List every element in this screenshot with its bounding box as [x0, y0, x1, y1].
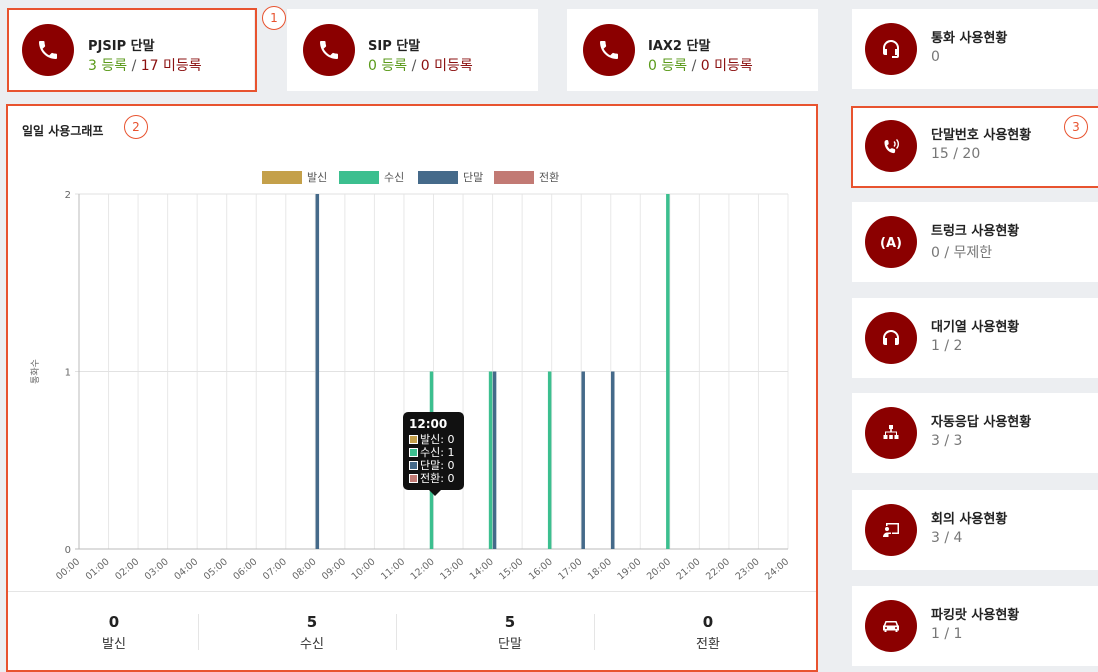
side-card-value: 0 [931, 49, 940, 65]
side-card-value: 0 / 무제한 [931, 245, 993, 261]
terminal-card-iax2[interactable]: IAX2 단말 0 등록 / 0 미등록 [567, 9, 818, 91]
highlight-box-1 [7, 8, 257, 92]
terminal-card-sip[interactable]: SIP 단말 0 등록 / 0 미등록 [287, 9, 538, 91]
side-card-title: 회의 사용현황 [931, 512, 1008, 527]
side-card-3[interactable]: 대기열 사용현황 1 / 2 [852, 298, 1098, 378]
badge-2: 2 [124, 115, 148, 139]
side-card-value: 1 / 1 [931, 626, 963, 642]
side-card-value: 1 / 2 [931, 338, 963, 354]
side-card-title: 자동응답 사용현황 [931, 415, 1032, 430]
headset-icon [865, 23, 917, 75]
side-card-2[interactable]: (A) 트렁크 사용현황 0 / 무제한 [852, 202, 1098, 282]
side-card-value: 3 / 4 [931, 530, 963, 546]
separator: / [687, 58, 701, 74]
terminal-title: IAX2 단말 [648, 39, 711, 54]
badge-3: 3 [1064, 115, 1088, 139]
unregistered-count: 0 미등록 [420, 58, 473, 74]
highlight-box-3 [851, 106, 1098, 188]
side-card-6[interactable]: 파킹랏 사용현황 1 / 1 [852, 586, 1098, 666]
side-card-title: 트렁크 사용현황 [931, 224, 1020, 239]
side-card-5[interactable]: 회의 사용현황 3 / 4 [852, 490, 1098, 570]
highlight-box-2 [6, 104, 818, 672]
terminal-stats: 0 등록 / 0 미등록 [368, 55, 473, 75]
car-icon [865, 600, 917, 652]
side-card-4[interactable]: 자동응답 사용현황 3 / 3 [852, 393, 1098, 473]
side-card-title: 파킹랏 사용현황 [931, 608, 1020, 623]
svg-text:(A): (A) [880, 236, 902, 251]
terminal-stats: 0 등록 / 0 미등록 [648, 55, 753, 75]
side-card-0[interactable]: 통화 사용현황 0 [852, 9, 1098, 89]
antenna-icon: (A) [865, 216, 917, 268]
side-card-value: 3 / 3 [931, 433, 963, 449]
separator: / [407, 58, 421, 74]
headphones-icon [865, 312, 917, 364]
phone-icon [583, 24, 635, 76]
registered-count: 0 등록 [648, 58, 688, 74]
badge-1: 1 [262, 6, 286, 30]
presentation-icon [865, 504, 917, 556]
registered-count: 0 등록 [368, 58, 408, 74]
phone-icon [303, 24, 355, 76]
unregistered-count: 0 미등록 [700, 58, 753, 74]
terminal-title: SIP 단말 [368, 39, 421, 54]
org-chart-icon [865, 407, 917, 459]
side-card-title: 통화 사용현황 [931, 31, 1008, 46]
side-card-title: 대기열 사용현황 [931, 320, 1020, 335]
